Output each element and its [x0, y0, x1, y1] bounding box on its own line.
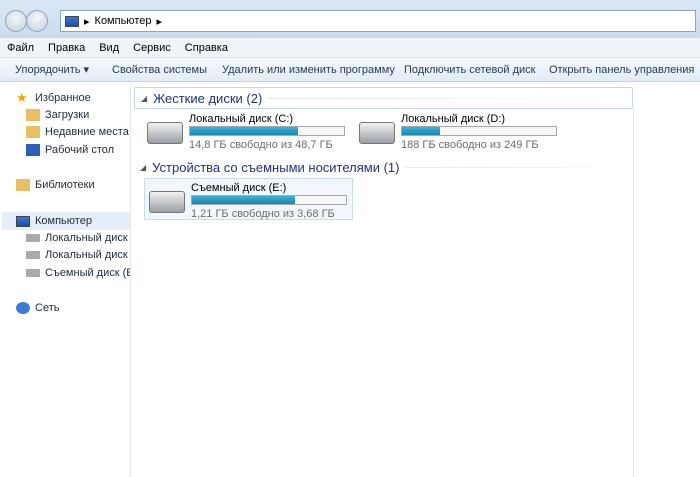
usage-fill	[190, 127, 298, 135]
system-properties-button[interactable]: Свойства системы	[112, 64, 207, 76]
title-bar: ▸ Компьютер ▸	[0, 0, 700, 38]
drive-e[interactable]: Съемный диск (E:) 1,21 ГБ свободно из 3,…	[144, 178, 353, 220]
downloads-folder-icon	[26, 109, 40, 121]
usage-fill	[192, 196, 296, 204]
menu-bar: Файл Правка Вид Сервис Справка	[0, 38, 700, 58]
organize-button[interactable]: Упорядочить ▾	[15, 63, 89, 76]
computer-icon	[16, 215, 30, 227]
forward-button[interactable]	[26, 10, 48, 32]
windows-drive-icon	[147, 122, 183, 144]
sidebar-item-disk-c[interactable]: Локальный диск (C	[26, 232, 130, 244]
removable-drive-icon	[149, 191, 185, 213]
network-icon	[16, 302, 30, 314]
hard-drive-icon	[26, 251, 40, 259]
content-pane: ◢ Жесткие диски (2) Локальный диск (C:) 1…	[131, 83, 700, 477]
removable-drive-icon	[26, 269, 40, 277]
sidebar-item-disk-e[interactable]: Съемный диск (E:)	[26, 267, 130, 279]
menu-view[interactable]: Вид	[99, 42, 119, 54]
address-bar[interactable]: ▸ Компьютер ▸	[60, 10, 696, 32]
menu-help[interactable]: Справка	[185, 42, 228, 54]
navigation-pane: ★ Избранное Загрузки Недавние места Рабоч…	[0, 83, 131, 477]
star-icon: ★	[16, 92, 28, 104]
usage-fill	[402, 127, 440, 135]
command-bar: Упорядочить ▾ Свойства системы Удалить и…	[0, 58, 700, 82]
chevron-right-icon[interactable]: ▸	[156, 15, 162, 28]
libraries-icon	[16, 179, 30, 191]
group-header-hard-drives[interactable]: ◢ Жесткие диски (2)	[134, 87, 633, 109]
open-control-panel-button[interactable]: Открыть панель управления	[549, 64, 694, 76]
computer-icon	[65, 15, 79, 27]
sidebar-item-libraries[interactable]: Библиотеки	[16, 179, 95, 191]
hard-drive-icon	[359, 122, 395, 144]
sidebar-item-computer[interactable]: Компьютер	[2, 212, 130, 230]
usage-bar	[189, 126, 345, 136]
menu-tools[interactable]: Сервис	[133, 42, 171, 54]
usage-bar	[401, 126, 557, 136]
collapse-arrow-icon: ◢	[141, 93, 148, 103]
sidebar-item-desktop[interactable]: Рабочий стол	[26, 144, 114, 156]
recent-places-icon	[26, 126, 40, 138]
sidebar-item-disk-d[interactable]: Локальный диск (D	[26, 249, 130, 261]
menu-file[interactable]: Файл	[7, 42, 34, 54]
menu-edit[interactable]: Правка	[48, 42, 85, 54]
sidebar-item-network[interactable]: Сеть	[16, 302, 59, 314]
chevron-right-icon: ▸	[84, 15, 90, 28]
sidebar-item-favorites[interactable]: ★ Избранное	[16, 92, 91, 104]
drive-c[interactable]: Локальный диск (C:) 14,8 ГБ свободно из …	[143, 110, 353, 152]
divider	[633, 108, 634, 477]
usage-bar	[191, 195, 347, 205]
hard-drive-icon	[26, 234, 40, 242]
breadcrumb-computer[interactable]: Компьютер	[95, 15, 152, 27]
uninstall-program-button[interactable]: Удалить или изменить программу	[222, 64, 395, 76]
sidebar-item-recent[interactable]: Недавние места	[26, 126, 129, 138]
drive-d[interactable]: Локальный диск (D:) 188 ГБ свободно из 2…	[355, 110, 565, 152]
sidebar-item-downloads[interactable]: Загрузки	[26, 109, 89, 121]
desktop-icon	[26, 144, 40, 156]
back-button[interactable]	[5, 10, 27, 32]
group-header-removable[interactable]: ◢ Устройства со съемными носителями (1)	[134, 156, 632, 178]
map-network-drive-button[interactable]: Подключить сетевой диск	[404, 64, 535, 76]
collapse-arrow-icon: ◢	[140, 162, 147, 172]
